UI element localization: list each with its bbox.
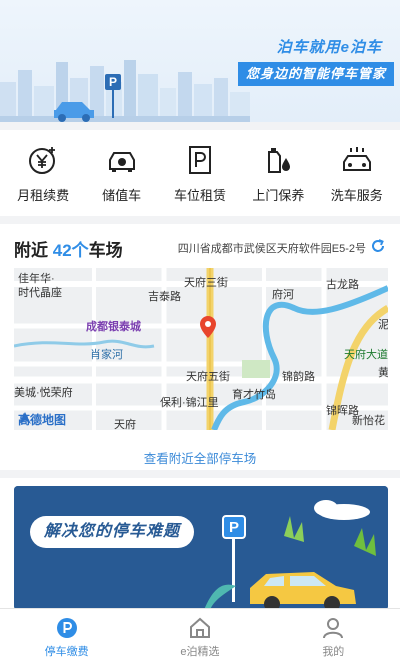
car-wash-icon xyxy=(340,143,374,177)
map-label: 天府五街 xyxy=(186,371,230,383)
map-label: 天府三街 xyxy=(184,277,228,289)
map-label: 吉泰路 xyxy=(148,291,181,303)
view-all-parking-link[interactable]: 查看附近全部停车场 xyxy=(0,448,400,467)
amap-logo: 高德地图 xyxy=(18,411,66,428)
nearby-map[interactable]: 佳年华· 时代晶座 天府三街 古龙路 成都银泰城 肖家河 天府五街 锦韵路 天府… xyxy=(14,268,388,430)
service-label: 洗车服务 xyxy=(330,187,383,203)
service-label: 车位租赁 xyxy=(173,187,226,203)
map-label: 天府大道 xyxy=(344,349,388,361)
home-tab-icon xyxy=(189,617,210,638)
stored-value-car-icon xyxy=(105,143,139,177)
nearby-suffix: 车场 xyxy=(88,241,123,260)
oil-maintenance-icon xyxy=(261,143,295,177)
tab-featured[interactable]: e泊精选 xyxy=(133,609,266,666)
service-label: 月租续费 xyxy=(17,187,70,203)
current-address: 四川省成都市武侯区天府软件园E5-2号 xyxy=(177,243,366,255)
amap-logo-icon xyxy=(19,412,31,424)
service-car-wash[interactable]: 洗车服务 xyxy=(321,143,393,204)
tab-label: 我的 xyxy=(322,646,345,658)
service-grid: 月租续费 储值车 车位租赁 上门保养 洗车服务 xyxy=(0,130,400,216)
promo-title: 解决您的停车难题 xyxy=(30,516,195,548)
nearby-parking-card: 附近 42个车场 四川省成都市武侯区天府软件园E5-2号 佳年华· 时代晶座 天… xyxy=(0,224,400,470)
banner-parking-sign: P xyxy=(109,75,117,89)
map-label: 保利·锦江里 xyxy=(160,397,219,409)
map-label: 黄 xyxy=(378,367,388,379)
map-label: 泥 xyxy=(378,319,388,331)
nearby-count: 42个 xyxy=(52,241,89,260)
service-label: 上门保养 xyxy=(252,187,305,203)
tab-parking-payment[interactable]: 停车缴费 xyxy=(0,609,133,666)
promo-section: P 解决您的停车难题 xyxy=(0,478,400,610)
promo-banner[interactable]: P 解决您的停车难题 xyxy=(14,486,388,610)
service-home-maintenance[interactable]: 上门保养 xyxy=(242,143,314,204)
city-skyline-illustration: P xyxy=(0,60,250,122)
map-label: 锦韵路 xyxy=(282,371,315,383)
promo-parking-sign: P xyxy=(229,519,239,536)
map-label: 天府 xyxy=(114,419,136,430)
parking-space-rent-icon xyxy=(183,143,217,177)
promo-illustration: P xyxy=(14,486,388,610)
banner-slogan-sub: 您身边的智能停车管家 xyxy=(237,62,394,86)
tab-mine[interactable]: 我的 xyxy=(267,609,400,666)
service-space-rental[interactable]: 车位租赁 xyxy=(164,143,236,204)
parking-payment-tab-icon xyxy=(56,618,77,638)
nearby-heading: 附近 42个车场 xyxy=(14,236,123,261)
map-label: 时代晶座 xyxy=(18,287,62,299)
service-monthly-renew[interactable]: 月租续费 xyxy=(7,143,79,204)
tab-label: 停车缴费 xyxy=(44,646,89,658)
map-label: 育才竹岛 xyxy=(232,389,276,401)
map-label: 成都银泰城 xyxy=(86,321,141,333)
map-label: 锦晖路 xyxy=(326,405,359,417)
bottom-tab-bar: 停车缴费 e泊精选 我的 xyxy=(0,608,400,666)
service-stored-value-car[interactable]: 储值车 xyxy=(86,143,158,204)
user-tab-icon xyxy=(323,618,344,639)
map-label: 美城·悦荣府 xyxy=(14,387,73,399)
nearby-prefix: 附近 xyxy=(14,241,48,260)
map-label: 古龙路 xyxy=(326,279,359,291)
map-label: 肖家河 xyxy=(90,349,123,361)
refresh-location-icon[interactable] xyxy=(370,238,386,254)
top-banner[interactable]: P 泊车就用e泊车 您身边的智能停车管家 xyxy=(0,0,400,122)
banner-slogan-main: 泊车就用e泊车 xyxy=(276,39,382,56)
service-label: 储值车 xyxy=(102,187,142,203)
tab-label: e泊精选 xyxy=(180,646,220,658)
yen-renew-icon xyxy=(26,143,60,177)
map-label: 府河 xyxy=(272,289,294,301)
